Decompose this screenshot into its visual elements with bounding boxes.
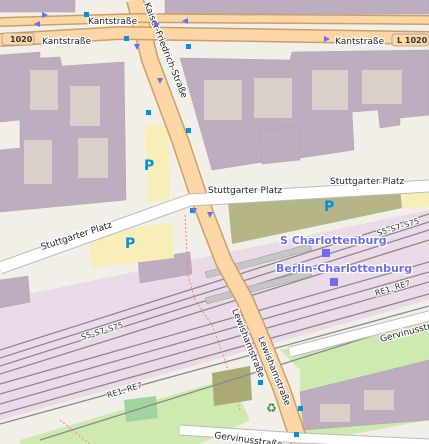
bus-stop-icon[interactable]	[258, 380, 263, 385]
label-station-s-charlottenburg: S Charlottenburg	[280, 234, 387, 247]
bus-stop-icon[interactable]	[84, 12, 89, 17]
bus-stop-icon[interactable]	[294, 432, 299, 437]
bus-stop-icon[interactable]	[186, 128, 191, 133]
railway-station-icon[interactable]	[322, 249, 330, 257]
route-shield-east: L 1020	[391, 33, 429, 47]
map-view[interactable]: Kantstraße Kantstraße Kantstraße Kaiser-…	[0, 0, 429, 444]
railway-station-icon[interactable]	[330, 278, 338, 286]
bus-stop-icon[interactable]	[186, 44, 191, 49]
recycling-icon[interactable]: ♻	[266, 401, 277, 415]
label-station-berlin-charlottenburg: Berlin-Charlottenburg	[276, 262, 412, 275]
label-kantstrasse-north: Kantstraße	[88, 17, 138, 27]
map-canvas: Kantstraße Kantstraße Kantstraße Kaiser-…	[0, 0, 429, 444]
parking-icon[interactable]: P	[324, 199, 334, 215]
bus-stop-icon[interactable]	[146, 110, 151, 115]
bus-stop-icon[interactable]	[124, 36, 129, 41]
parking-icon[interactable]: P	[125, 236, 135, 252]
label-kantstrasse-west: Kantstraße	[42, 37, 92, 47]
bus-stop-icon[interactable]	[298, 406, 303, 411]
label-stuttgarter-platz-mid: Stuttgarter Platz	[208, 186, 283, 196]
parking-icon[interactable]: P	[144, 158, 154, 174]
svg-text:1020: 1020	[10, 35, 33, 44]
svg-text:L 1020: L 1020	[397, 36, 428, 45]
label-kantstrasse-east: Kantstraße	[335, 37, 385, 47]
label-stuttgarter-platz-east: Stuttgarter Platz	[330, 177, 405, 187]
route-shield-west: 1020	[1, 32, 35, 46]
